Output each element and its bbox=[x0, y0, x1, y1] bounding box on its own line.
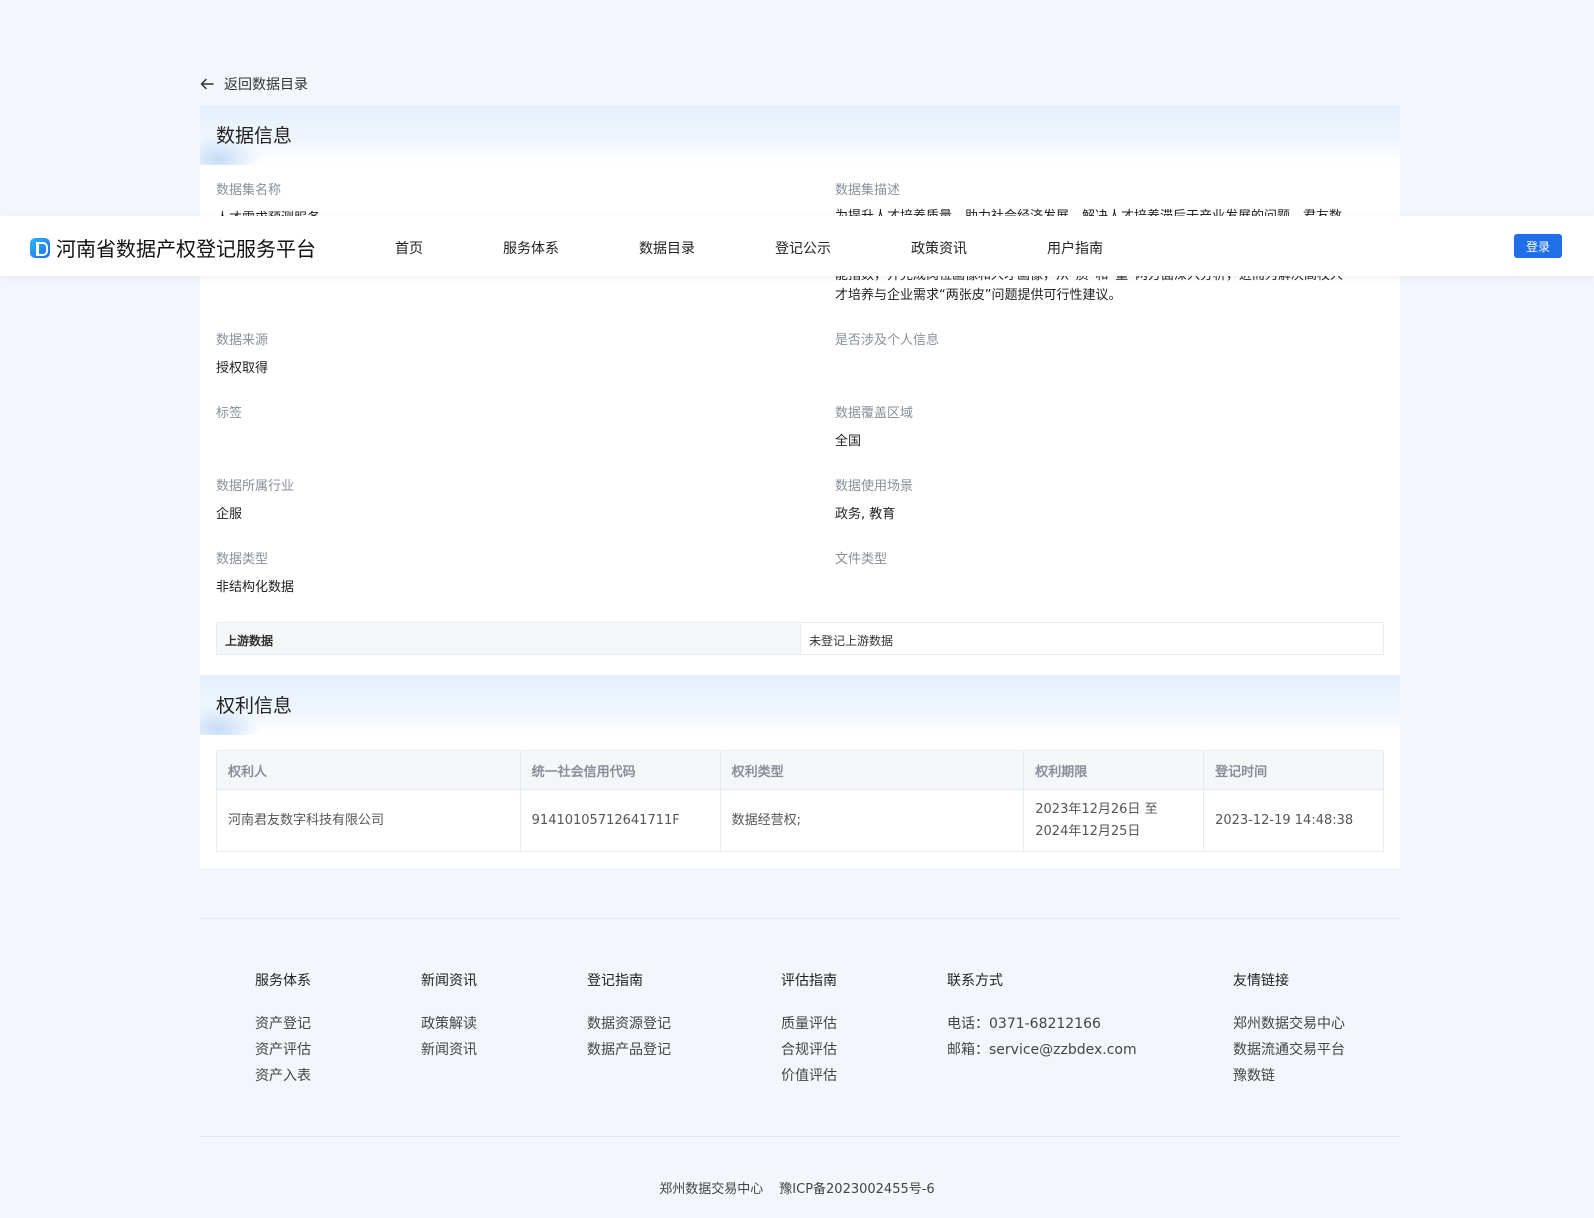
rights-table-wrap: 权利人 统一社会信用代码 权利类型 权利期限 登记时间 河南君友数字科技有限公司… bbox=[200, 735, 1400, 868]
table-row: 河南君友数字科技有限公司 91410105712641711F 数据经营权; 2… bbox=[216, 789, 1384, 852]
field-source: 数据来源 授权取得 bbox=[216, 329, 776, 379]
field-data-type: 数据类型 非结构化数据 bbox=[216, 548, 776, 598]
col-header-right-type: 权利类型 bbox=[719, 750, 1025, 790]
footer-link[interactable]: 价值评估 bbox=[781, 1063, 837, 1089]
cell-period: 2023年12月26日 至 2024年12月25日 bbox=[1023, 789, 1205, 852]
desc-line-3: 才培养与企业需求“两张皮”问题提供可行性建议。 bbox=[835, 288, 1122, 303]
rights-info-title: 权利信息 bbox=[216, 695, 293, 717]
login-button[interactable]: 登录 bbox=[1514, 234, 1562, 258]
field-label: 数据覆盖区域 bbox=[835, 406, 914, 421]
platform-logo-icon bbox=[30, 237, 50, 258]
field-personal-info: 是否涉及个人信息 bbox=[835, 329, 1383, 359]
col-header-registered-at: 登记时间 bbox=[1203, 750, 1384, 790]
field-label: 数据集名称 bbox=[216, 183, 282, 198]
nav-item-policy[interactable]: 政策资讯 bbox=[911, 238, 967, 258]
nav-item-home[interactable]: 首页 bbox=[395, 238, 423, 258]
footer-col-links: 友情链接 郑州数据交易中心 数据流通交易平台 豫数链 bbox=[1233, 970, 1345, 1089]
field-value: 政务, 教育 bbox=[835, 507, 896, 522]
footer-col-news: 新闻资讯 政策解读 新闻资讯 bbox=[421, 970, 477, 1063]
upstream-value: 未登记上游数据 bbox=[809, 634, 894, 648]
back-link[interactable]: 返回数据目录 bbox=[200, 74, 308, 94]
footer-col-services: 服务体系 资产登记 资产评估 资产入表 bbox=[255, 970, 311, 1089]
back-link-label: 返回数据目录 bbox=[224, 77, 308, 93]
field-label: 数据类型 bbox=[216, 552, 269, 567]
brand-name: 河南省数据产权登记服务平台 bbox=[56, 237, 316, 261]
data-info-header: 数据信息 bbox=[200, 105, 1400, 165]
footer-divider-bottom bbox=[200, 1136, 1400, 1137]
icp-number[interactable]: 豫ICP备2023002455号-6 bbox=[779, 1182, 934, 1197]
copyright-org: 郑州数据交易中心 bbox=[659, 1182, 764, 1197]
upstream-label: 上游数据 bbox=[217, 623, 801, 654]
footer-col-title: 新闻资讯 bbox=[421, 973, 477, 989]
page: 返回数据目录 数据信息 数据集名称 人才需求预测服务 数据集描述 为提升人才培养… bbox=[0, 0, 1594, 1218]
footer-col-eval-guide: 评估指南 质量评估 合规评估 价值评估 bbox=[781, 970, 837, 1089]
footer-phone: 电话：0371-68212166 bbox=[947, 1016, 1101, 1032]
footer-link[interactable]: 政策解读 bbox=[421, 1011, 477, 1037]
footer-col-title: 联系方式 bbox=[947, 973, 1003, 989]
footer-col-contact: 联系方式 电话：0371-68212166 邮箱：service@zzbdex.… bbox=[947, 970, 1137, 1063]
nav-item-catalog[interactable]: 数据目录 bbox=[639, 238, 695, 258]
field-coverage: 数据覆盖区域 全国 bbox=[835, 402, 1383, 452]
footer-link[interactable]: 数据流通交易平台 bbox=[1233, 1037, 1345, 1063]
field-value: 企服 bbox=[216, 507, 243, 522]
upstream-data-row: 上游数据 未登记上游数据 bbox=[216, 622, 1384, 655]
footer-link[interactable]: 数据资源登记 bbox=[587, 1011, 671, 1037]
col-header-holder: 权利人 bbox=[216, 750, 521, 790]
nav-item-publicity[interactable]: 登记公示 bbox=[775, 238, 831, 258]
field-label: 数据所属行业 bbox=[216, 479, 295, 494]
field-file-type: 文件类型 bbox=[835, 548, 1383, 578]
footer-col-title: 服务体系 bbox=[255, 973, 311, 989]
cell-credit-code: 91410105712641711F bbox=[519, 789, 721, 852]
rights-table: 权利人 统一社会信用代码 权利类型 权利期限 登记时间 河南君友数字科技有限公司… bbox=[216, 750, 1384, 852]
copyright: 郑州数据交易中心 豫ICP备2023002455号-6 bbox=[0, 1178, 1594, 1197]
field-tags: 标签 bbox=[216, 402, 776, 432]
field-label: 数据集描述 bbox=[835, 183, 901, 198]
rights-info-header: 权利信息 bbox=[200, 675, 1400, 735]
period-start: 2023年12月26日 至 bbox=[1035, 801, 1158, 817]
col-header-credit-code: 统一社会信用代码 bbox=[519, 750, 721, 790]
footer-link[interactable]: 豫数链 bbox=[1233, 1063, 1345, 1089]
footer-link[interactable]: 质量评估 bbox=[781, 1011, 837, 1037]
field-label: 标签 bbox=[216, 406, 243, 421]
footer-col-register-guide: 登记指南 数据资源登记 数据产品登记 bbox=[587, 970, 671, 1063]
footer-link[interactable]: 资产评估 bbox=[255, 1037, 311, 1063]
cell-right-type: 数据经营权; bbox=[719, 789, 1025, 852]
footer-link[interactable]: 新闻资讯 bbox=[421, 1037, 477, 1063]
period-end: 2024年12月25日 bbox=[1035, 823, 1141, 839]
table-header-row: 权利人 统一社会信用代码 权利类型 权利期限 登记时间 bbox=[216, 750, 1384, 790]
field-label: 文件类型 bbox=[835, 552, 888, 567]
col-header-period: 权利期限 bbox=[1023, 750, 1205, 790]
field-value: 授权取得 bbox=[216, 361, 269, 376]
brand[interactable]: 河南省数据产权登记服务平台 bbox=[30, 233, 316, 262]
data-info-title: 数据信息 bbox=[216, 125, 293, 147]
field-industry: 数据所属行业 企服 bbox=[216, 475, 776, 525]
footer-link[interactable]: 郑州数据交易中心 bbox=[1233, 1011, 1345, 1037]
footer-email[interactable]: 邮箱：service@zzbdex.com bbox=[947, 1037, 1137, 1063]
cell-holder: 河南君友数字科技有限公司 bbox=[216, 789, 521, 852]
field-scenario: 数据使用场景 政务, 教育 bbox=[835, 475, 1383, 525]
field-label: 是否涉及个人信息 bbox=[835, 333, 940, 348]
footer-col-title: 评估指南 bbox=[781, 973, 837, 989]
footer-link[interactable]: 数据产品登记 bbox=[587, 1037, 671, 1063]
footer-col-title: 友情链接 bbox=[1233, 973, 1289, 989]
field-value: 全国 bbox=[835, 434, 862, 449]
arrow-left-icon bbox=[200, 78, 214, 90]
nav-item-guide[interactable]: 用户指南 bbox=[1047, 238, 1103, 258]
footer-col-title: 登记指南 bbox=[587, 973, 643, 989]
top-nav-bar: 河南省数据产权登记服务平台 首页 服务体系 数据目录 登记公示 政策资讯 用户指… bbox=[0, 216, 1594, 276]
cell-registered-at: 2023-12-19 14:48:38 bbox=[1203, 789, 1384, 852]
nav-item-services[interactable]: 服务体系 bbox=[503, 238, 559, 258]
footer-link[interactable]: 资产登记 bbox=[255, 1011, 311, 1037]
field-value: 非结构化数据 bbox=[216, 580, 295, 595]
footer-divider-top bbox=[200, 918, 1400, 919]
field-label: 数据使用场景 bbox=[835, 479, 914, 494]
field-label: 数据来源 bbox=[216, 333, 269, 348]
footer-link[interactable]: 资产入表 bbox=[255, 1063, 311, 1089]
footer-link[interactable]: 合规评估 bbox=[781, 1037, 837, 1063]
